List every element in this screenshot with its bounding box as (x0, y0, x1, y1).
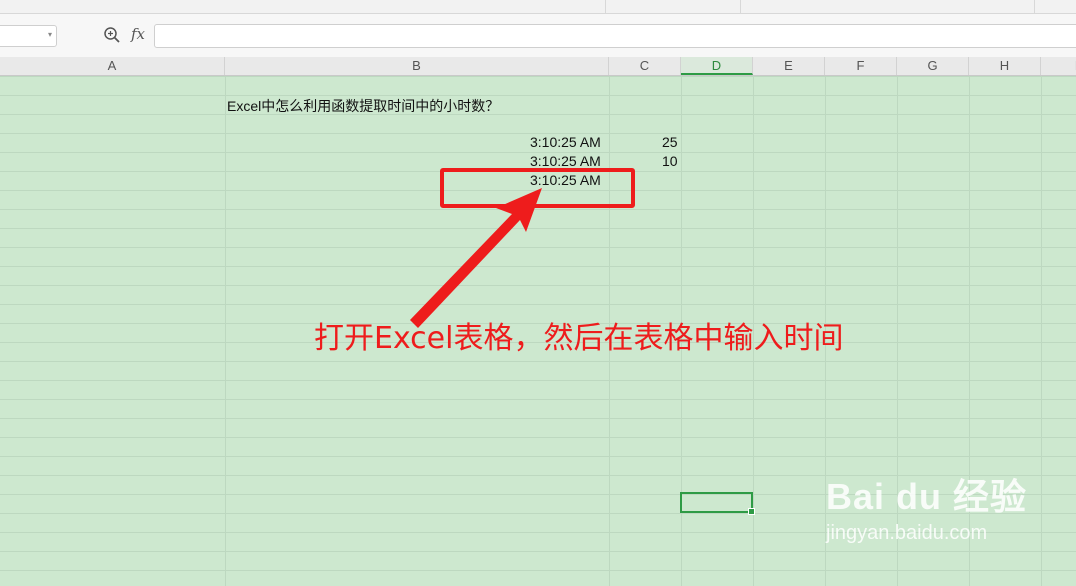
function-icon[interactable]: fx (131, 25, 145, 43)
grid-column-line (1041, 76, 1042, 586)
column-header-f[interactable]: F (825, 57, 897, 75)
column-header-e[interactable]: E (753, 57, 825, 75)
watermark-logo: Bai du 经验 (826, 476, 1028, 517)
cell-time-1[interactable]: 3:10:25 AM (530, 134, 601, 150)
column-header-i[interactable]: I (1041, 57, 1076, 75)
annotation-text: 打开Excel表格，然后在表格中输入时间 (314, 321, 844, 356)
zoom-icon[interactable] (103, 26, 121, 44)
formula-input[interactable] (154, 24, 1076, 48)
column-header-b[interactable]: B (225, 57, 609, 75)
column-header-d[interactable]: D (681, 57, 753, 75)
top-toolbar-strip (0, 0, 1076, 14)
cell-c-value-1[interactable]: 25 (662, 134, 678, 150)
cell-b-title[interactable]: Excel中怎么利用函数提取时间中的小时数？ (227, 96, 499, 116)
column-headers: A B C D E F G H I (0, 57, 1076, 76)
arrow-icon (410, 188, 542, 328)
watermark: Bai du 经验 jingyan.baidu.com (826, 468, 1027, 545)
name-box[interactable]: ▾ (0, 25, 57, 47)
column-header-g[interactable]: G (897, 57, 969, 75)
selected-cell[interactable] (680, 492, 755, 515)
column-header-c[interactable]: C (609, 57, 681, 75)
toolbar-divider (740, 0, 741, 13)
formula-bar: ▾ fx (0, 14, 1076, 57)
fill-handle[interactable] (748, 508, 755, 515)
grid-column-line (225, 76, 226, 586)
chevron-down-icon[interactable]: ▾ (48, 30, 52, 39)
cell-c-value-2[interactable]: 10 (662, 153, 678, 169)
cell-time-2[interactable]: 3:10:25 AM (530, 153, 601, 169)
watermark-url: jingyan.baidu.com (826, 522, 988, 544)
column-header-a[interactable]: A (0, 57, 225, 75)
column-header-h[interactable]: H (969, 57, 1041, 75)
toolbar-divider (605, 0, 606, 13)
toolbar-divider (1034, 0, 1035, 13)
